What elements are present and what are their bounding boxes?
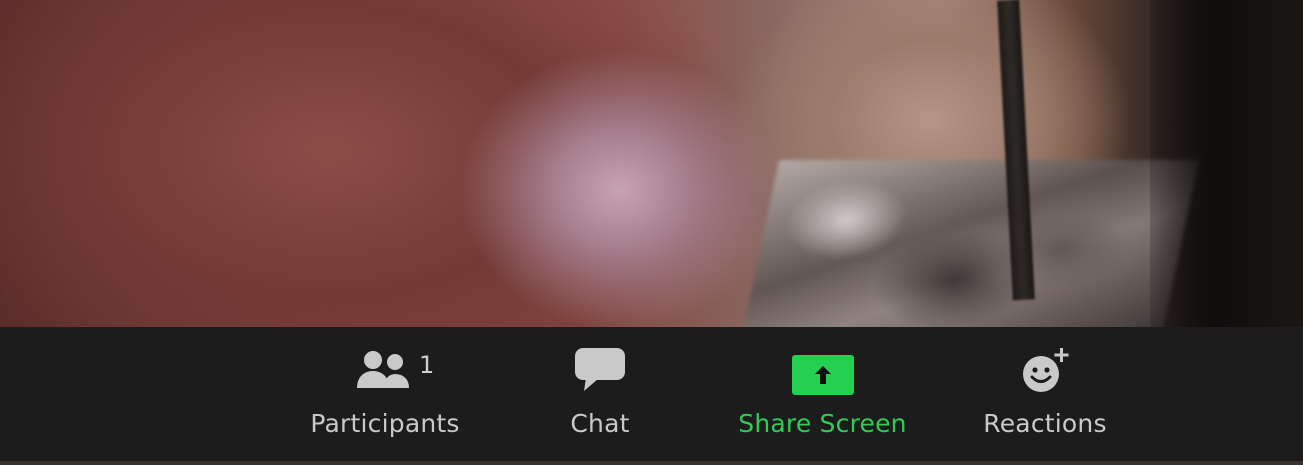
share-screen-icon-wrap [791, 335, 854, 405]
chat-button[interactable]: Chat [545, 335, 655, 455]
participants-count-badge: 1 [419, 351, 435, 379]
toolbar-bottom-divider [0, 461, 1303, 465]
meeting-toolbar: 1 Participants Chat Share Screen Reactio… [0, 327, 1303, 465]
meeting-window: 1 Participants Chat Share Screen Reactio… [0, 0, 1303, 465]
participants-button[interactable]: 1 Participants [300, 335, 470, 455]
chat-label: Chat [570, 409, 630, 438]
participants-icon: 1 [353, 335, 434, 405]
chat-bubble-icon [572, 335, 628, 405]
video-background-region [1150, 0, 1303, 327]
participants-label: Participants [310, 409, 460, 438]
video-shirt-region [740, 160, 1200, 327]
smiley-plus-icon [1015, 335, 1075, 405]
share-screen-label: Share Screen [738, 409, 907, 438]
share-screen-button[interactable]: Share Screen [725, 335, 920, 455]
reactions-label: Reactions [983, 409, 1107, 438]
video-feed [0, 0, 1303, 327]
share-screen-arrow-icon [791, 355, 854, 395]
reactions-button[interactable]: Reactions [975, 335, 1115, 455]
